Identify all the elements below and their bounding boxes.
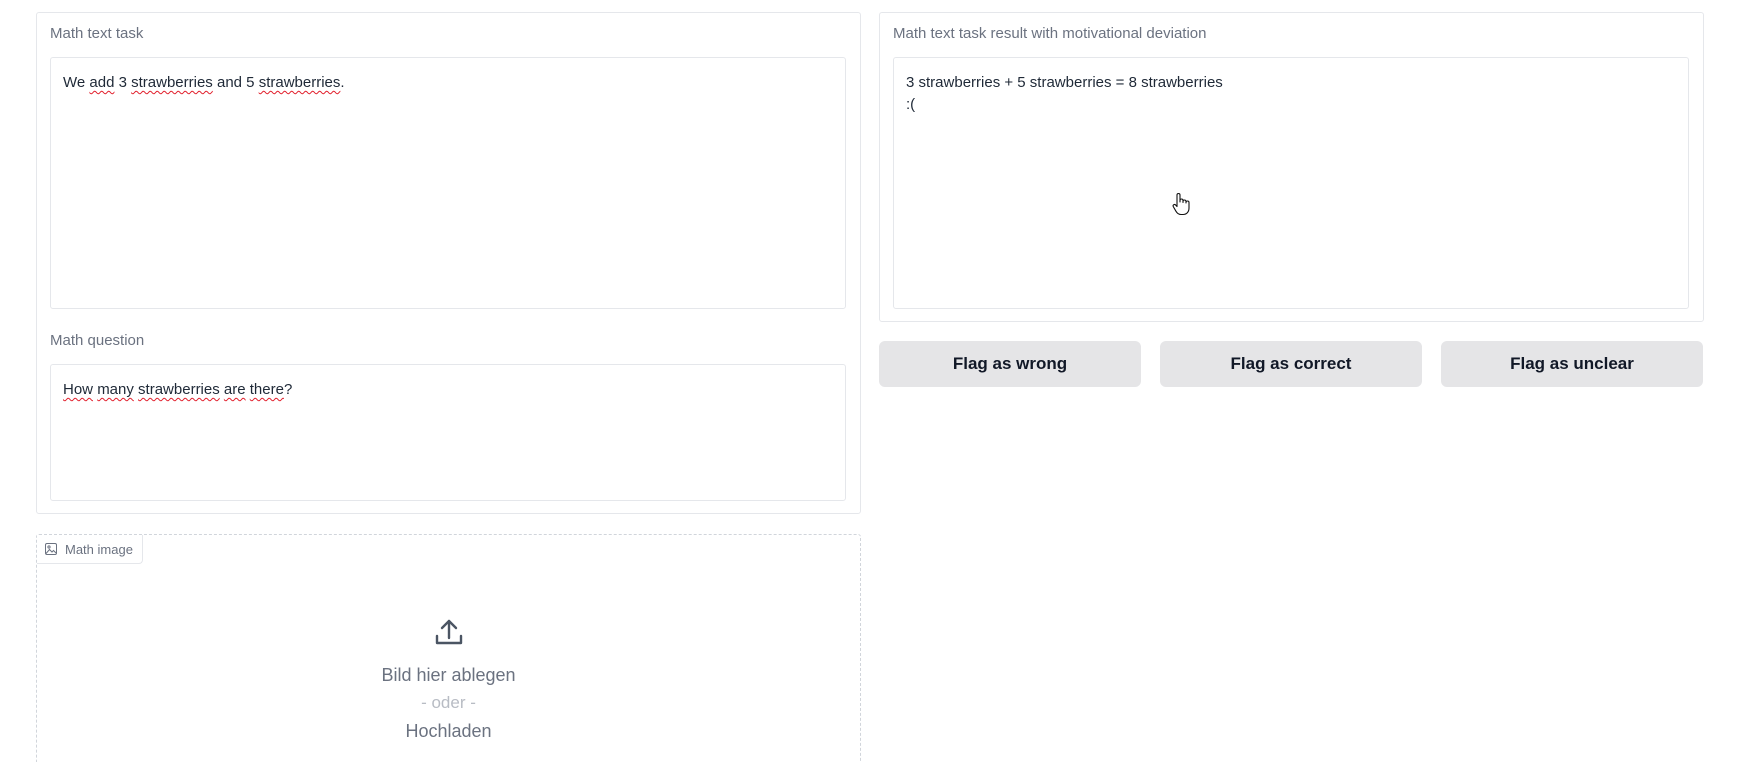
question-label: Math question xyxy=(50,332,145,349)
app-page: Math text task We add 3 strawberries and… xyxy=(0,0,1758,762)
flag-unclear-button[interactable]: Flag as unclear xyxy=(1441,341,1703,387)
result-line-2: :( xyxy=(906,96,916,113)
spellcheck-word: strawberries xyxy=(138,381,220,398)
spellcheck-word: strawberries xyxy=(131,74,213,91)
text-segment: We xyxy=(63,74,90,91)
spellcheck-word: strawberries xyxy=(258,74,341,91)
upload-icon xyxy=(434,617,464,647)
flag-correct-button[interactable]: Flag as correct xyxy=(1160,341,1422,387)
task-text: We add 3 strawberries and 5 strawberries… xyxy=(63,72,833,94)
or-separator-text: - oder - xyxy=(421,693,476,712)
flag-wrong-button[interactable]: Flag as wrong xyxy=(879,341,1141,387)
image-upload-dropzone[interactable]: Math image Bild hier ablegen - oder - Ho… xyxy=(36,534,861,762)
spellcheck-word: many xyxy=(97,381,134,398)
task-label: Math text task xyxy=(50,25,144,42)
upload-link[interactable]: Hochladen xyxy=(405,717,491,745)
image-upload-badge: Math image xyxy=(37,535,143,564)
text-segment: and 5 xyxy=(212,74,259,91)
spellcheck-word: add xyxy=(89,74,115,91)
spellcheck-word: are xyxy=(223,381,246,398)
question-text: How many strawberries are there? xyxy=(63,379,833,401)
result-textarea[interactable]: 3 strawberries + 5 strawberries = 8 stra… xyxy=(893,57,1689,309)
image-upload-label: Math image xyxy=(65,541,133,557)
result-line-1: 3 strawberries + 5 strawberries = 8 stra… xyxy=(906,74,1223,91)
text-segment: 3 xyxy=(114,74,132,91)
input-panel: Math text task We add 3 strawberries and… xyxy=(36,12,861,514)
image-icon xyxy=(45,543,57,555)
drop-image-text: Bild hier ablegen xyxy=(381,665,516,685)
question-textarea[interactable]: How many strawberries are there? xyxy=(50,364,846,501)
result-panel: Math text task result with motivational … xyxy=(879,12,1704,322)
hand-pointer-icon xyxy=(1172,192,1190,216)
spellcheck-word: there xyxy=(249,381,284,398)
task-textarea[interactable]: We add 3 strawberries and 5 strawberries… xyxy=(50,57,846,309)
text-segment: ? xyxy=(283,381,293,398)
text-segment: . xyxy=(340,74,345,91)
result-label: Math text task result with motivational … xyxy=(893,25,1207,42)
spellcheck-word: How xyxy=(63,381,94,398)
upload-area[interactable]: Bild hier ablegen - oder - Hochladen xyxy=(37,617,860,745)
